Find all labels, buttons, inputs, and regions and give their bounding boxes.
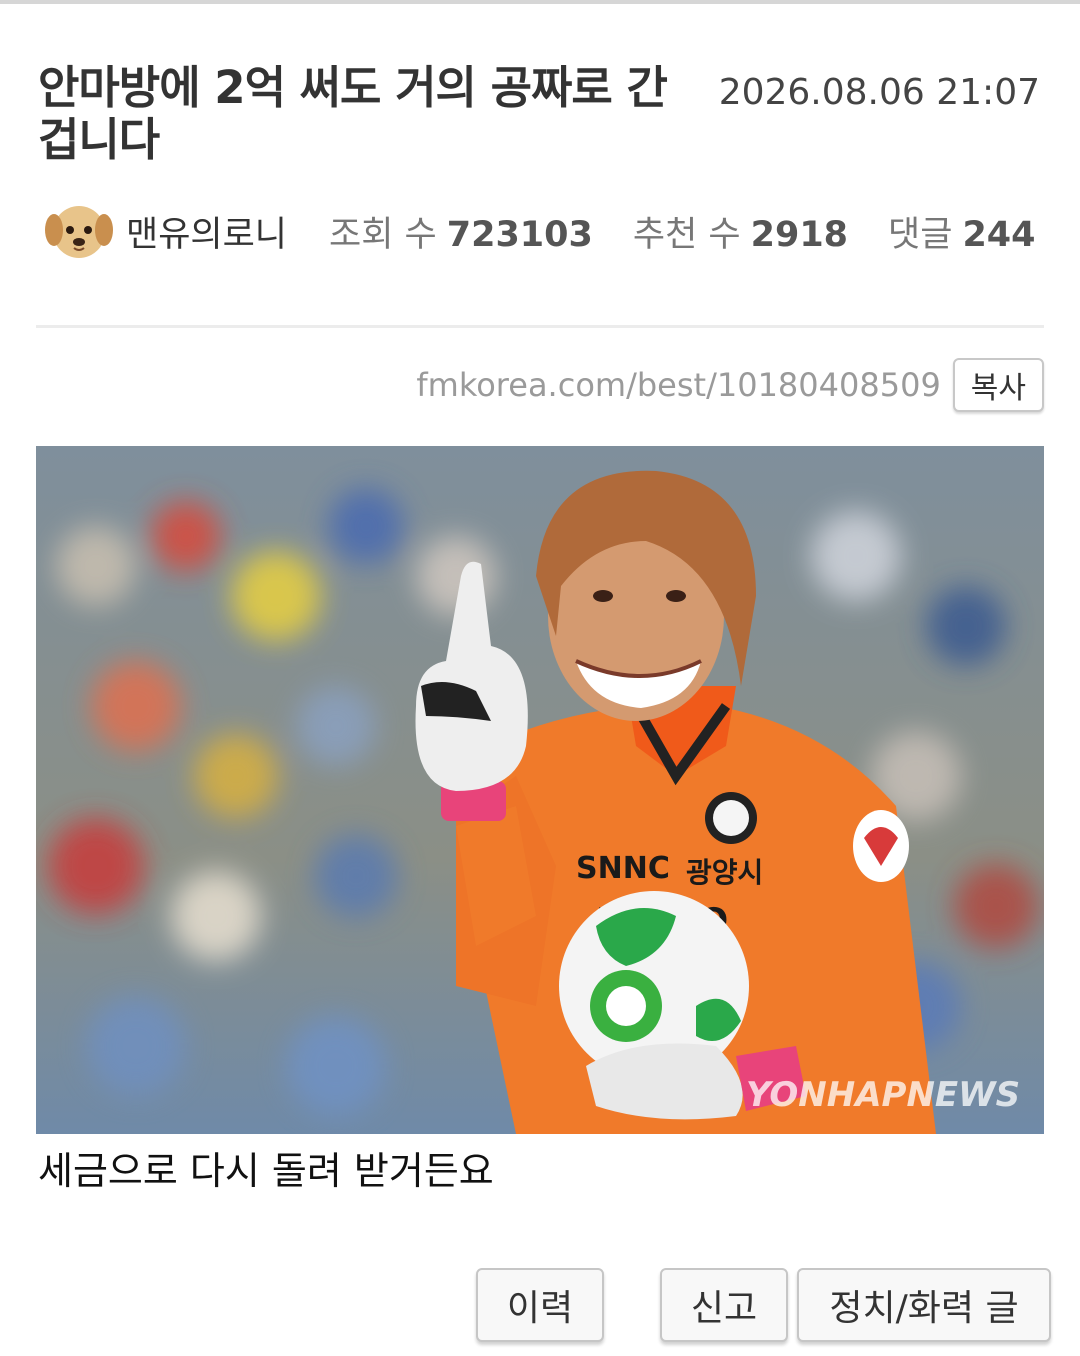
post-url[interactable]: fmkorea.com/best/10180408509: [416, 366, 940, 404]
post-datetime: 2026.08.06 21:07: [718, 72, 1040, 113]
copy-url-button[interactable]: 복사: [952, 358, 1044, 412]
recommend-count: 추천 수 2918: [633, 206, 848, 257]
puppy-avatar-icon[interactable]: [44, 200, 114, 262]
history-button[interactable]: 이력: [476, 1268, 604, 1342]
author-name[interactable]: 맨유의로니: [126, 206, 287, 257]
jersey-city-text: 광양시: [686, 856, 763, 889]
political-post-button[interactable]: 정치/화력 글: [797, 1268, 1051, 1342]
post-body-text: 세금으로 다시 돌려 받거든요: [38, 1149, 494, 1193]
goalkeeper-photo: SNNC 광양시 POSCO YONHAPNEWS: [36, 446, 1044, 1134]
comment-count[interactable]: 댓글 244: [888, 206, 1035, 257]
view-count: 조회 수 723103: [329, 206, 593, 257]
post-meta: 맨유의로니 조회 수 723103 추천 수 2918 댓글 244: [44, 200, 1076, 262]
comment-count-value: 244: [962, 214, 1036, 255]
post-image[interactable]: SNNC 광양시 POSCO YONHAPNEWS: [36, 446, 1044, 1134]
comment-count-label: 댓글: [888, 214, 953, 255]
url-row: fmkorea.com/best/10180408509 복사: [416, 358, 1044, 412]
watermark-text: YONHAPNEWS: [746, 1075, 1020, 1115]
jersey-sponsor-text: SNNC: [576, 851, 670, 886]
report-button[interactable]: 신고: [660, 1268, 788, 1342]
top-rule: [0, 0, 1080, 4]
recommend-count-value: 2918: [750, 214, 849, 255]
view-count-value: 723103: [446, 214, 593, 255]
meta-divider: [36, 325, 1044, 328]
recommend-count-label: 추천 수: [632, 214, 741, 255]
post-title: 안마방에 2억 써도 거의 공짜로 간 겁니다: [38, 61, 668, 166]
view-count-label: 조회 수: [329, 214, 437, 255]
